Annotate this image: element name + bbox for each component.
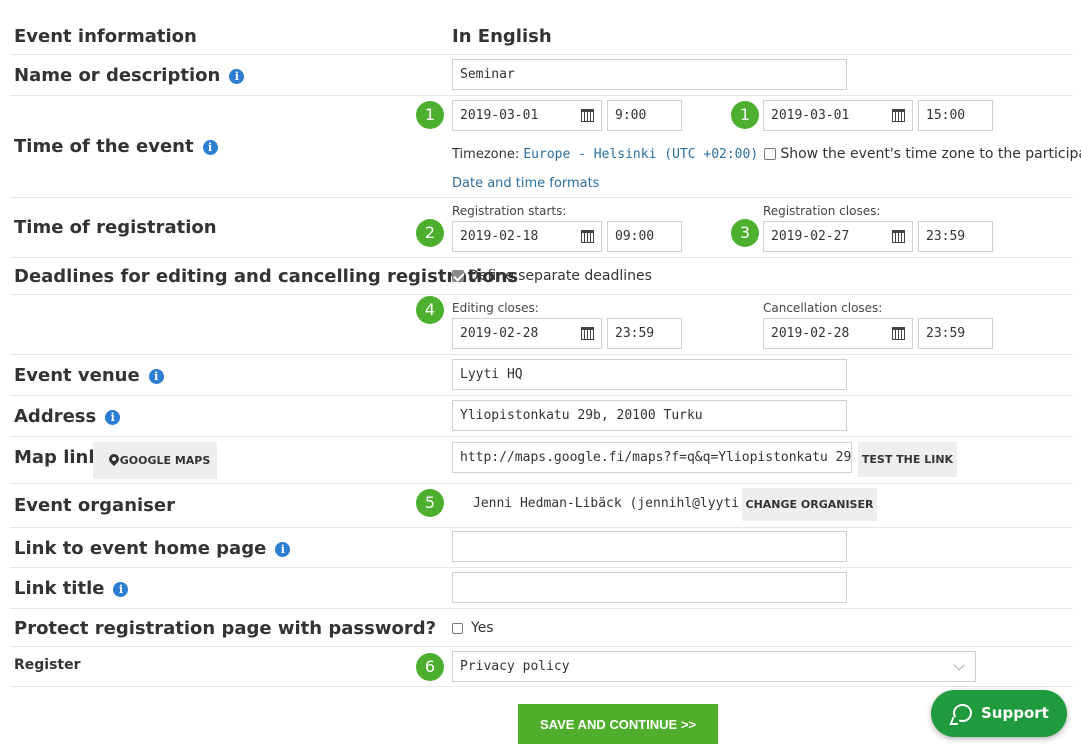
calendar-icon[interactable] <box>581 327 594 340</box>
step-badge: 1 <box>416 101 444 129</box>
calendar-icon[interactable] <box>892 109 905 122</box>
calendar-icon[interactable] <box>581 230 594 243</box>
registration-start-time-input[interactable]: 09:00 <box>607 221 682 252</box>
editing-closes-label: Editing closes: <box>452 301 539 315</box>
language-header: In English <box>452 26 552 47</box>
name-label: Name or description i <box>14 65 245 86</box>
register-select-value: Privacy policy <box>460 659 570 674</box>
editing-date-input[interactable]: 2019-02-28 <box>452 318 602 349</box>
step-badge: 6 <box>416 653 444 681</box>
separate-deadlines-option: Define separate deadlines <box>452 268 652 284</box>
calendar-icon[interactable] <box>892 327 905 340</box>
start-time-input[interactable]: 9:00 <box>607 100 682 131</box>
info-icon[interactable]: i <box>202 140 218 155</box>
info-icon[interactable]: i <box>105 410 121 425</box>
section-header: Event information <box>14 26 197 47</box>
google-maps-button-label: GOOGLE MAPS <box>119 454 211 467</box>
homepage-label: Link to event home page i <box>14 538 291 559</box>
register-select[interactable]: Privacy policy <box>452 651 976 682</box>
cancellation-date-value: 2019-02-28 <box>771 326 850 341</box>
timezone-line: Timezone: Europe - Helsinki (UTC +02:00)… <box>452 146 1081 162</box>
cancellation-date-input[interactable]: 2019-02-28 <box>763 318 913 349</box>
registration-start-date-value: 2019-02-18 <box>460 229 539 244</box>
registration-start-date-input[interactable]: 2019-02-18 <box>452 221 602 252</box>
link-title-label: Link title i <box>14 578 129 599</box>
chat-bubble-icon <box>953 704 972 722</box>
chevron-down-icon <box>953 659 965 671</box>
homepage-label-text: Link to event home page <box>14 538 267 559</box>
end-time-input[interactable]: 15:00 <box>918 100 993 131</box>
address-input[interactable]: Yliopistonkatu 29b, 20100 Turku <box>452 400 847 431</box>
timezone-link[interactable]: Europe - Helsinki (UTC +02:00) <box>523 147 758 162</box>
step-badge: 2 <box>416 219 444 247</box>
test-link-button[interactable]: TEST THE LINK <box>858 442 957 477</box>
support-button[interactable]: Support <box>931 690 1067 737</box>
password-label: Protect registration page with password? <box>14 618 437 639</box>
map-label: Map link <box>14 447 101 468</box>
link-title-label-text: Link title <box>14 578 105 599</box>
calendar-icon[interactable] <box>892 230 905 243</box>
start-date-value: 2019-03-01 <box>460 108 539 123</box>
password-checkbox[interactable] <box>452 623 463 634</box>
register-label: Register <box>14 657 81 673</box>
venue-label: Event venue i <box>14 365 164 386</box>
show-timezone-label: Show the event's time zone to the partic… <box>780 146 1081 162</box>
time-label: Time of the event i <box>14 136 218 157</box>
registration-end-time-input[interactable]: 23:59 <box>918 221 993 252</box>
password-option: Yes <box>452 620 494 636</box>
change-organiser-button[interactable]: CHANGE ORGANISER <box>742 488 877 521</box>
map-link-input[interactable]: http://maps.google.fi/maps?f=q&q=Yliopis… <box>452 442 852 473</box>
cancellation-time-input[interactable]: 23:59 <box>918 318 993 349</box>
calendar-icon[interactable] <box>581 109 594 122</box>
info-icon[interactable]: i <box>229 69 245 84</box>
step-badge: 3 <box>731 219 759 247</box>
registration-starts-label: Registration starts: <box>452 204 567 218</box>
info-icon[interactable]: i <box>275 542 291 557</box>
timezone-label: Timezone: <box>452 147 520 162</box>
organiser-label: Event organiser <box>14 495 175 516</box>
link-title-input[interactable] <box>452 572 847 603</box>
date-formats-link[interactable]: Date and time formats <box>452 176 599 191</box>
info-icon[interactable]: i <box>148 369 164 384</box>
separate-deadlines-label: Define separate deadlines <box>468 268 652 284</box>
registration-label: Time of registration <box>14 217 217 238</box>
editing-date-value: 2019-02-28 <box>460 326 539 341</box>
deadlines-label: Deadlines for editing and cancelling reg… <box>14 266 519 287</box>
end-date-input[interactable]: 2019-03-01 <box>763 100 913 131</box>
name-input[interactable]: Seminar <box>452 59 847 90</box>
info-icon[interactable]: i <box>113 582 129 597</box>
venue-input[interactable]: Lyyti HQ <box>452 359 847 390</box>
editing-time-input[interactable]: 23:59 <box>607 318 682 349</box>
venue-label-text: Event venue <box>14 365 140 386</box>
step-badge: 5 <box>416 489 444 517</box>
registration-end-date-value: 2019-02-27 <box>771 229 850 244</box>
end-date-value: 2019-03-01 <box>771 108 850 123</box>
time-label-text: Time of the event <box>14 136 194 157</box>
step-badge: 4 <box>416 296 444 324</box>
address-label-text: Address <box>14 406 97 427</box>
password-checkbox-label: Yes <box>471 620 494 636</box>
separate-deadlines-checkbox[interactable] <box>452 270 464 282</box>
google-maps-button[interactable]: GOOGLE MAPS <box>93 442 217 479</box>
start-date-input[interactable]: 2019-03-01 <box>452 100 602 131</box>
step-badge: 1 <box>731 101 759 129</box>
name-label-text: Name or description <box>14 65 221 86</box>
cancellation-closes-label: Cancellation closes: <box>763 301 883 315</box>
homepage-input[interactable] <box>452 531 847 562</box>
registration-closes-label: Registration closes: <box>763 204 881 218</box>
save-and-continue-button[interactable]: SAVE AND CONTINUE >> <box>518 704 718 744</box>
organiser-value: Jenni Hedman-Libäck (jennihl@lyyti.fi) <box>473 496 771 511</box>
registration-end-date-input[interactable]: 2019-02-27 <box>763 221 913 252</box>
address-label: Address i <box>14 406 121 427</box>
support-button-label: Support <box>981 704 1049 722</box>
show-timezone-checkbox[interactable] <box>764 148 777 160</box>
